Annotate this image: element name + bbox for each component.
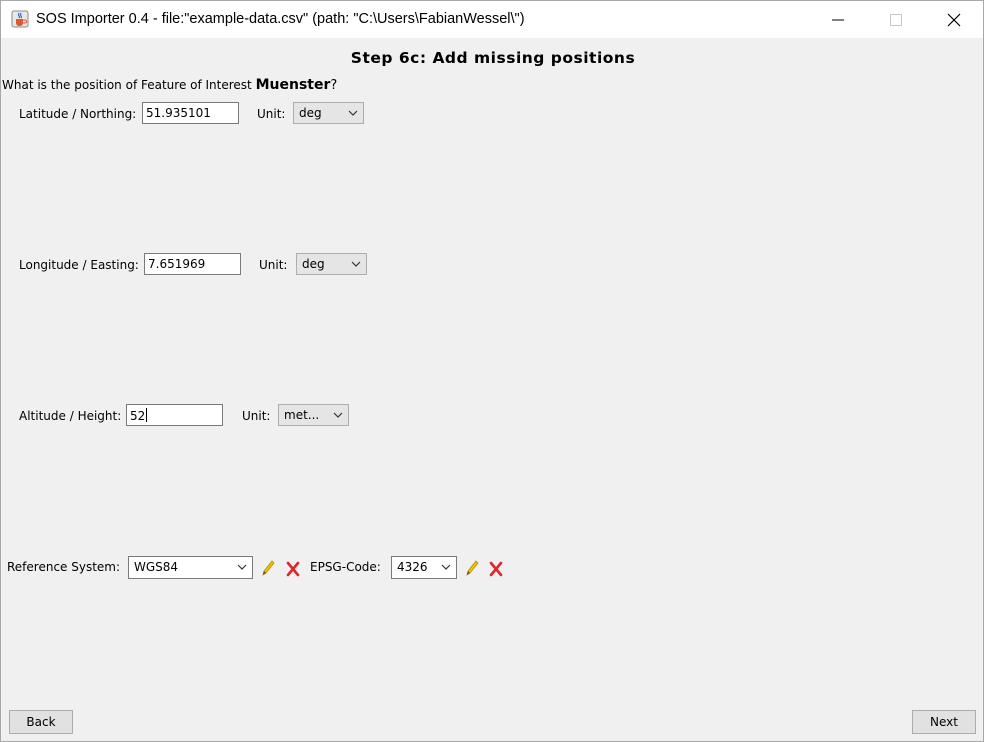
red-x-icon[interactable] — [285, 560, 301, 578]
maximize-button[interactable] — [867, 1, 925, 38]
java-cup-icon — [11, 10, 29, 28]
reference-system-value: WGS84 — [134, 560, 179, 574]
application-window: SOS Importer 0.4 - file:"example-data.cs… — [0, 0, 984, 742]
latitude-unit-select[interactable]: deg — [293, 102, 364, 124]
question-mark: ? — [330, 78, 338, 93]
longitude-label: Longitude / Easting: — [19, 258, 139, 272]
close-button[interactable] — [925, 1, 983, 38]
chevron-down-icon — [237, 564, 247, 570]
pencil-icon[interactable] — [260, 559, 276, 577]
altitude-unit-label: Unit: — [242, 409, 271, 423]
back-button[interactable]: Back — [9, 710, 73, 734]
window-title: SOS Importer 0.4 - file:"example-data.cs… — [36, 11, 525, 27]
longitude-unit-label: Unit: — [259, 258, 288, 272]
close-icon — [947, 13, 961, 26]
text-caret — [146, 408, 148, 422]
red-x-icon[interactable] — [488, 560, 504, 578]
reference-system-select[interactable]: WGS84 — [128, 556, 253, 579]
epsg-code-value: 4326 — [397, 560, 428, 574]
altitude-value: 52 — [130, 409, 146, 423]
longitude-input[interactable]: 7.651969 — [144, 253, 241, 275]
altitude-unit-select[interactable]: met... — [278, 404, 349, 426]
position-question: What is the position of Feature of Inter… — [2, 77, 337, 93]
latitude-input[interactable]: 51.935101 — [142, 102, 239, 124]
latitude-label: Latitude / Northing: — [19, 107, 137, 121]
altitude-unit-value: met... — [284, 408, 320, 422]
pencil-icon[interactable] — [464, 559, 480, 577]
step-title: Step 6c: Add missing positions — [350, 49, 636, 67]
minimize-icon — [832, 19, 844, 20]
epsg-code-select[interactable]: 4326 — [391, 556, 457, 579]
title-bar[interactable]: SOS Importer 0.4 - file:"example-data.cs… — [1, 1, 983, 38]
latitude-unit-value: deg — [299, 106, 322, 120]
longitude-unit-select[interactable]: deg — [296, 253, 367, 275]
reference-system-label: Reference System: — [7, 560, 121, 574]
altitude-input[interactable]: 52 — [126, 404, 223, 426]
epsg-code-label: EPSG-Code: — [310, 560, 381, 574]
chevron-down-icon — [333, 412, 343, 418]
altitude-label: Altitude / Height: — [19, 409, 122, 423]
minimize-button[interactable] — [809, 1, 867, 38]
chevron-down-icon — [351, 261, 361, 267]
chevron-down-icon — [441, 564, 451, 570]
maximize-icon — [890, 13, 902, 26]
feature-of-interest-name: Muenster — [255, 77, 331, 93]
longitude-unit-value: deg — [302, 257, 325, 271]
next-button[interactable]: Next — [912, 710, 976, 734]
latitude-unit-label: Unit: — [257, 107, 286, 121]
chevron-down-icon — [348, 110, 358, 116]
question-text: What is the position of Feature of Inter… — [2, 78, 252, 92]
